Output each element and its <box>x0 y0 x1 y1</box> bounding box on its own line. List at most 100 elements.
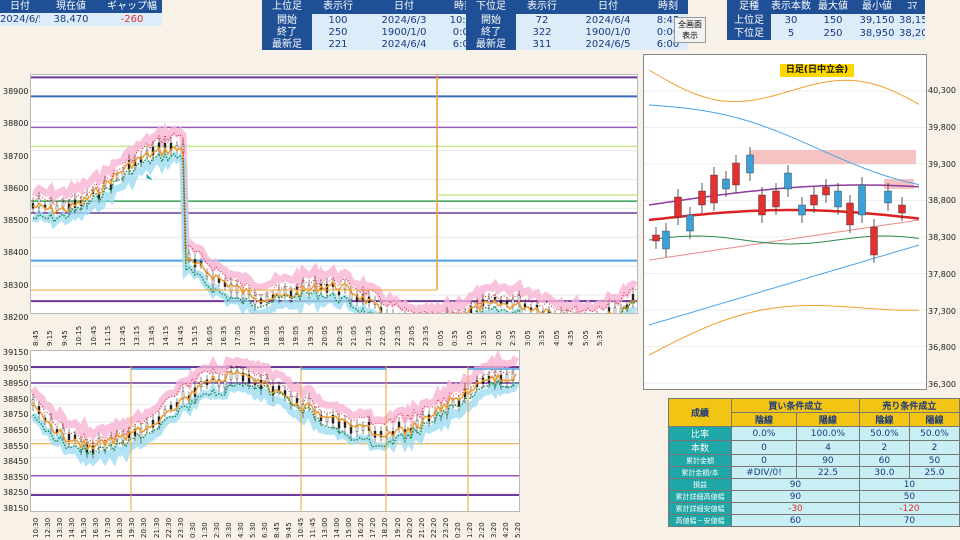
summary-cell-0-1: 30 <box>771 14 811 27</box>
lower-x-tick: 18:20 <box>381 517 390 538</box>
candle-body <box>870 226 878 256</box>
lower-x-tick: 21:20 <box>417 517 426 538</box>
results-value: 50.0% <box>858 426 910 441</box>
summary-cell-0-2: 150 <box>811 14 855 27</box>
upper-x-tick: 13:15 <box>133 325 142 346</box>
daily-y-tick: 40,300 <box>928 86 956 95</box>
summary-header-0: 足種 <box>727 0 771 14</box>
candle-body <box>523 303 527 308</box>
lower-y-tick: 38150 <box>3 504 29 513</box>
lower-y-tick: 38650 <box>3 426 29 435</box>
lower-x-tick: 20:30 <box>140 517 149 538</box>
upper-cell-2-1: 221 <box>312 38 364 50</box>
lower-x-tick: 0:30 <box>188 522 197 538</box>
results-row-label: 累計詳細高値幅 <box>668 490 732 503</box>
summary-cell-1-2: 250 <box>811 27 855 40</box>
upper-x-tick: 3:35 <box>538 330 547 346</box>
indicator-line <box>648 104 920 186</box>
results-value: 100.0% <box>795 426 860 441</box>
candle-body <box>834 190 842 208</box>
resistance-zone <box>884 179 914 189</box>
candle-body <box>846 202 854 226</box>
candle-body <box>662 230 670 250</box>
results-sell-total: 10 <box>858 478 960 491</box>
lower-cell-0-0: 開始 <box>466 14 516 26</box>
upper-x-tick: 20:35 <box>335 325 344 346</box>
price-header: 現在値 <box>40 0 102 13</box>
upper-y-tick: 38200 <box>3 313 29 322</box>
results-value: 90 <box>795 454 860 467</box>
lower-x-tick: 0:20 <box>453 522 462 538</box>
daily-chart-panel[interactable] <box>643 54 927 390</box>
daily-y-tick: 38,300 <box>928 233 956 242</box>
lower-x-tick: 3:20 <box>489 522 498 538</box>
daily-chart-svg <box>644 69 926 384</box>
lower-x-tick: 10:45 <box>297 517 306 538</box>
summary-header-3: 最小値 <box>855 0 899 14</box>
lower-x-tick: 4:20 <box>501 522 510 538</box>
lower-x-tick: 1:30 <box>200 522 209 538</box>
upper-x-tick: 1:05 <box>465 330 474 346</box>
candle-body <box>810 194 818 206</box>
lower-x-tick: 21:30 <box>152 517 161 538</box>
candle-body <box>732 162 740 186</box>
lower-cell-1-2: 1900/1/0 <box>568 26 648 38</box>
lower-chart-panel[interactable] <box>30 349 520 512</box>
results-value: 0.0% <box>731 426 797 441</box>
lower-y-tick: 38350 <box>3 472 29 482</box>
upper-cell-2-0: 最新足 <box>262 38 312 50</box>
upper-y-tick: 38300 <box>3 280 29 290</box>
lower-cell-1-0: 終了 <box>466 26 516 38</box>
fullscreen-label-2: 表示 <box>682 31 698 40</box>
lower-x-tick: 14:30 <box>68 517 77 538</box>
results-value: 2 <box>908 440 960 455</box>
lower-x-tick: 2:20 <box>477 522 486 538</box>
current-price: 38,470 <box>40 13 102 26</box>
summary-cell-1-1: 5 <box>771 27 811 40</box>
results-title: 成績 <box>668 398 732 427</box>
fullscreen-button[interactable]: 全画面 表示 <box>674 17 706 43</box>
lower-x-tick: 9:45 <box>285 522 294 538</box>
results-value: 0 <box>731 454 797 467</box>
lower-y-tick: 38450 <box>3 457 29 467</box>
upper-x-tick: 14:45 <box>176 325 185 346</box>
buy-bear-header: 陰線 <box>731 412 797 427</box>
candle-body <box>115 174 119 179</box>
upper-x-tick: 22:05 <box>379 325 388 346</box>
lower-x-tick: 14:00 <box>333 517 342 538</box>
daily-y-tick: 39,800 <box>928 122 956 132</box>
candle-body <box>858 184 866 216</box>
upper-chart-panel[interactable] <box>30 74 638 348</box>
lower-x-tick: 12:30 <box>44 517 53 538</box>
upper-x-tick: 21:35 <box>364 325 373 346</box>
lower-header-0: 下位足 <box>466 0 516 14</box>
candle-body <box>61 201 65 208</box>
summary-cell-1-4: 38,200 <box>899 27 925 40</box>
upper-x-tick: 16:05 <box>205 325 214 346</box>
lower-x-tick: 15:00 <box>345 517 354 538</box>
upper-header-1: 表示行 <box>312 0 364 14</box>
upper-x-tick: 5:35 <box>596 330 604 346</box>
upper-x-tick: 4:05 <box>552 330 561 346</box>
lower-x-tick: 2:30 <box>212 522 221 538</box>
upper-x-tick: 21:05 <box>350 325 359 346</box>
upper-x-tick: 17:05 <box>234 325 243 346</box>
upper-x-tick: 9:15 <box>46 330 55 346</box>
upper-x-tick: 4:35 <box>567 330 576 346</box>
lower-y-tick: 38950 <box>3 379 29 389</box>
lower-x-tick: 22:20 <box>429 517 438 538</box>
lower-cell-0-2: 2024/6/4 <box>568 14 648 26</box>
candle-body <box>686 214 694 232</box>
upper-x-tick: 2:35 <box>509 330 518 346</box>
results-sell-total: -120 <box>858 502 960 515</box>
results-sell-total: 50 <box>858 490 960 503</box>
results-buy-total: 90 <box>731 490 860 503</box>
daily-chart-title: 日足(日中立会) <box>780 64 854 77</box>
upper-y-tick: 38800 <box>3 119 29 129</box>
lower-x-tick: 8:45 <box>273 522 281 538</box>
candle-body <box>746 154 754 174</box>
candle-body <box>337 291 341 296</box>
results-row-label: 累計詳細安値幅 <box>668 502 732 515</box>
upper-x-tick: 19:35 <box>306 325 315 346</box>
current-date: 2024/6/5 <box>0 13 40 26</box>
